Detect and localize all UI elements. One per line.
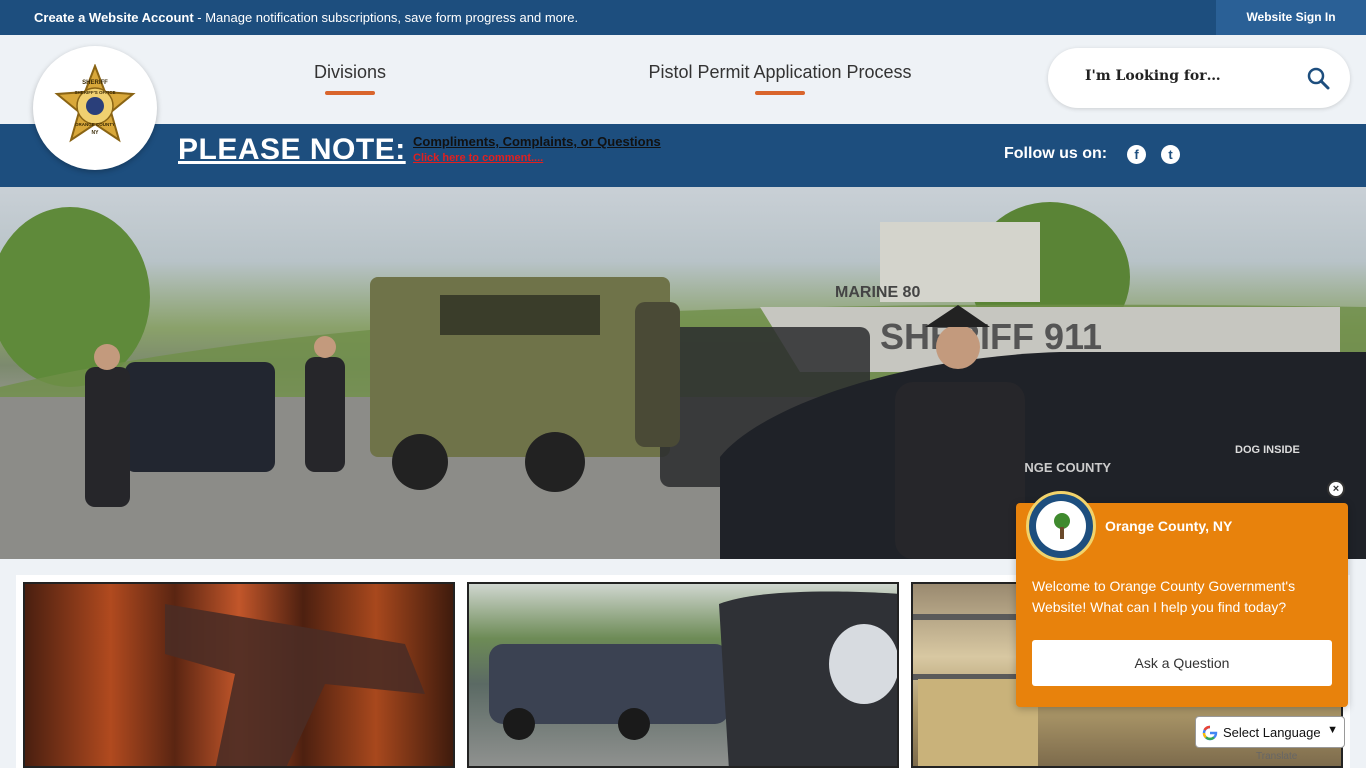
nav-divisions-label: Divisions xyxy=(313,62,387,82)
cruiser-dog-label: DOG INSIDE xyxy=(1235,444,1300,456)
please-note-heading: PLEASE NOTE: xyxy=(178,133,406,166)
logo-text-mid: SHERIFF'S OFFICE xyxy=(74,90,115,95)
search-input[interactable]: I'm Looking for… xyxy=(1085,68,1221,84)
twitter-icon[interactable]: t xyxy=(1161,145,1180,164)
search-icon[interactable] xyxy=(1306,66,1330,90)
chat-widget: Orange County, NY Welcome to Orange Coun… xyxy=(1016,491,1348,707)
sheriff-star-icon: SHERIFF SHERIFF'S OFFICE ORANGE COUNTY N… xyxy=(54,64,136,143)
armored-truck-window xyxy=(440,295,600,335)
nav-pistol-permit-underline xyxy=(755,91,805,95)
logo-text-ny: NY xyxy=(92,130,100,136)
deputy-figure xyxy=(85,367,130,507)
deputy-figure xyxy=(635,302,680,447)
deputy-head xyxy=(936,325,980,369)
ask-question-button[interactable]: Ask a Question xyxy=(1032,640,1332,686)
nav-pistol-permit-label: Pistol Permit Application Process xyxy=(648,62,912,82)
chat-title: Orange County, NY xyxy=(1105,518,1233,534)
nav-pistol-permit[interactable]: Pistol Permit Application Process xyxy=(620,62,940,95)
nav-divisions-underline xyxy=(325,91,375,95)
armored-truck-wheel xyxy=(392,434,448,490)
comment-link[interactable]: Click here to comment.... xyxy=(413,152,543,164)
deputy-figure xyxy=(305,357,345,472)
nav-divisions[interactable]: Divisions xyxy=(290,62,410,95)
website-sign-in-button[interactable]: Website Sign In xyxy=(1216,0,1366,35)
translate-powered-by: Translate xyxy=(1256,751,1298,762)
accident-image xyxy=(489,591,897,766)
account-description: - Manage notification subscriptions, sav… xyxy=(193,10,579,25)
follow-us-label: Follow us on: xyxy=(1004,145,1108,162)
notice-bar: PLEASE NOTE: Compliments, Complaints, or… xyxy=(0,124,1366,187)
pistol-image xyxy=(165,604,425,766)
account-bar: Create a Website Account - Manage notifi… xyxy=(0,0,1366,35)
card-accident[interactable] xyxy=(467,582,899,768)
deputy-head xyxy=(94,344,120,370)
tree-left xyxy=(0,207,150,387)
chat-welcome-message: Welcome to Orange County Government's We… xyxy=(1032,578,1296,615)
site-header: Divisions Pistol Permit Application Proc… xyxy=(0,35,1366,124)
armored-truck-wheel xyxy=(525,432,585,492)
boat-marine-label: MARINE 80 xyxy=(835,284,920,301)
chevron-down-icon: ▼ xyxy=(1327,724,1338,736)
cruiser-left xyxy=(125,362,275,472)
compliments-link[interactable]: Compliments, Complaints, or Questions xyxy=(413,134,661,149)
sheriff-logo[interactable]: SHERIFF SHERIFF'S OFFICE ORANGE COUNTY N… xyxy=(33,46,157,170)
create-account-link[interactable]: Create a Website Account xyxy=(34,10,194,25)
chat-close-button[interactable]: × xyxy=(1327,480,1345,498)
account-message: Create a Website Account - Manage notifi… xyxy=(34,10,578,25)
search-box[interactable]: I'm Looking for… xyxy=(1048,48,1350,108)
logo-text-top: SHERIFF xyxy=(82,80,108,86)
logo-text-bottom: ORANGE COUNTY xyxy=(75,122,115,127)
language-select-label: Select Language xyxy=(1223,725,1321,740)
deputy-head xyxy=(314,336,336,358)
card-pistol[interactable] xyxy=(23,582,455,768)
cruiser-county-label: ANGE COUNTY xyxy=(1015,460,1111,475)
deputy-figure xyxy=(895,382,1025,559)
orange-county-seal-icon xyxy=(1026,491,1096,561)
language-select[interactable]: Select Language ▼ Translate xyxy=(1195,716,1345,762)
google-icon xyxy=(1202,725,1218,741)
boat-sheriff-label: SHERIFF 911 xyxy=(880,316,1102,357)
facebook-icon[interactable]: f xyxy=(1127,145,1146,164)
